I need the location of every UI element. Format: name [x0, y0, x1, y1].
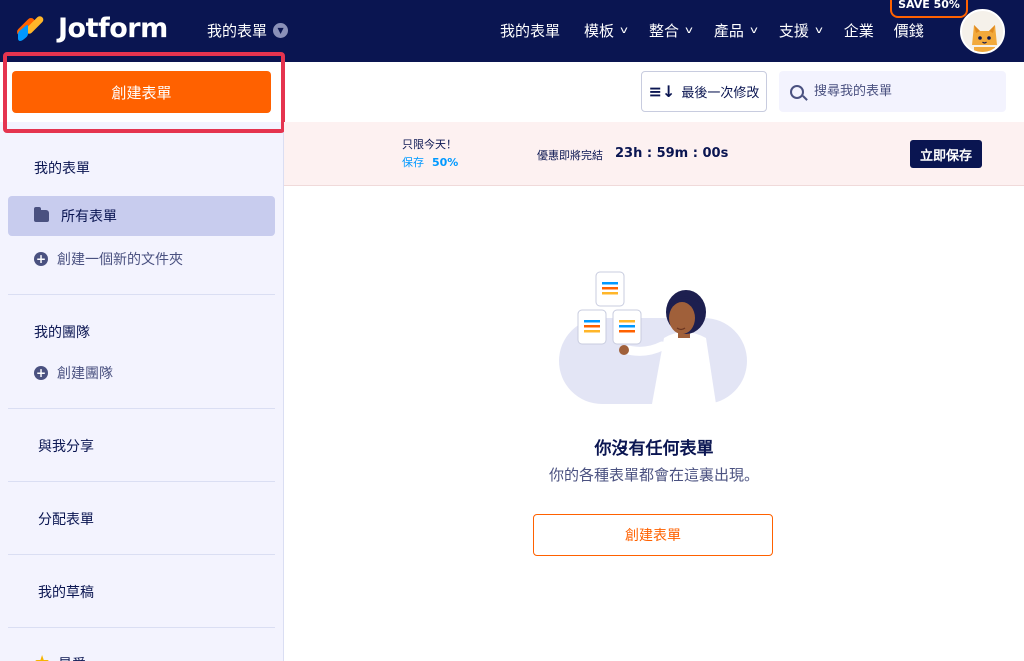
nav-support-label: 支援: [778, 22, 809, 40]
search-icon: [790, 84, 804, 99]
promo-save-label: 保存: [402, 156, 424, 169]
nav-enterprise[interactable]: 企業: [844, 20, 874, 41]
nav-products[interactable]: 產品 v: [713, 20, 758, 41]
nav-templates[interactable]: 模板 v: [584, 20, 628, 41]
create-team-button[interactable]: + 創建團隊: [34, 363, 113, 383]
jotform-logo-icon: [15, 12, 48, 45]
promo-ends-label: 優惠即將完結: [537, 149, 603, 162]
sidebar-item-drafts[interactable]: 我的草稿: [38, 582, 94, 602]
sidebar: 創建表單 我的表單 所有表單 + 創建一個新的文件夾 我的團隊 + 創建團隊 與…: [0, 62, 284, 661]
star-icon: ★: [34, 652, 50, 661]
sidebar-item-favorites[interactable]: 最愛: [58, 654, 86, 661]
promo-countdown: 23h : 59m : 00s: [615, 146, 729, 161]
nav-pricing-label: 價錢: [893, 22, 924, 40]
sidebar-item-label: 所有表單: [61, 209, 117, 225]
save-now-button[interactable]: 立即保存: [910, 140, 982, 168]
promo-save-text: 保存 50%: [402, 154, 458, 170]
sidebar-divider: [8, 554, 275, 555]
my-forms-dropdown[interactable]: 我的表單 ▼: [207, 20, 289, 41]
annotation-highlight-box: [3, 52, 285, 133]
sidebar-item-all-forms[interactable]: 所有表單: [8, 196, 275, 236]
cat-avatar-icon: [962, 11, 1003, 52]
nav-pricing[interactable]: 價錢: [894, 20, 924, 41]
sidebar-divider: [8, 627, 275, 628]
my-forms-heading: 我的表單: [34, 161, 90, 177]
sort-button[interactable]: ≡↓ 最後一次修改: [641, 71, 767, 112]
plus-circle-icon: +: [34, 366, 48, 380]
nav-integrations[interactable]: 整合 v: [648, 20, 693, 41]
sidebar-divider: [8, 408, 275, 409]
chevron-down-icon: v: [750, 25, 758, 36]
my-forms-dropdown-label: 我的表單: [207, 22, 268, 40]
folder-icon: [34, 207, 49, 222]
create-team-label: 創建團隊: [57, 366, 113, 382]
my-teams-heading: 我的團隊: [34, 325, 90, 341]
brand-name: Jotform: [58, 12, 168, 44]
nav-my-forms-label: 我的表單: [500, 22, 561, 40]
chevron-down-icon: v: [620, 25, 628, 36]
create-form-outline-button[interactable]: 創建表單: [533, 514, 773, 556]
promo-only-today: 只限今天！: [402, 138, 457, 151]
nav-integrations-label: 整合: [648, 22, 679, 40]
promo-banner: 只限今天！ 保存 50% 優惠即將完結 23h : 59m : 00s 立即保存: [284, 122, 1024, 186]
nav-enterprise-label: 企業: [843, 22, 874, 40]
promo-save-percent: 50%: [432, 156, 459, 169]
save-50-badge[interactable]: SAVE 50%: [890, 0, 968, 18]
user-avatar[interactable]: [960, 9, 1005, 54]
create-folder-button[interactable]: + 創建一個新的文件夾: [34, 249, 183, 269]
plus-circle-icon: +: [34, 252, 48, 266]
nav-templates-label: 模板: [584, 22, 615, 40]
search-box[interactable]: [779, 71, 1006, 112]
empty-state-title: 你沒有任何表單: [594, 439, 714, 459]
sort-label: 最後一次修改: [681, 86, 760, 101]
chevron-down-icon: v: [685, 25, 693, 36]
nav-products-label: 產品: [713, 22, 744, 40]
jotform-logo[interactable]: Jotform: [15, 12, 168, 45]
sidebar-item-assigned-forms[interactable]: 分配表單: [38, 509, 94, 529]
search-input[interactable]: [814, 84, 994, 99]
sort-icon: ≡↓: [648, 82, 676, 101]
sidebar-divider: [8, 294, 275, 295]
nav-support[interactable]: 支援 v: [778, 20, 823, 41]
main-nav: 我的表單 模板 v 整合 v 產品 v 支援 v 企業 價錢: [500, 20, 924, 41]
create-folder-label: 創建一個新的文件夾: [57, 252, 183, 268]
sidebar-item-shared-with-me[interactable]: 與我分享: [38, 436, 94, 456]
chevron-down-icon: ▼: [273, 23, 289, 38]
nav-my-forms[interactable]: 我的表單: [500, 20, 560, 41]
chevron-down-icon: v: [814, 25, 823, 36]
sidebar-divider: [8, 481, 275, 482]
empty-forms-illustration: [559, 271, 747, 404]
empty-state-subtitle: 你的各種表單都會在這裏出現。: [548, 466, 759, 484]
